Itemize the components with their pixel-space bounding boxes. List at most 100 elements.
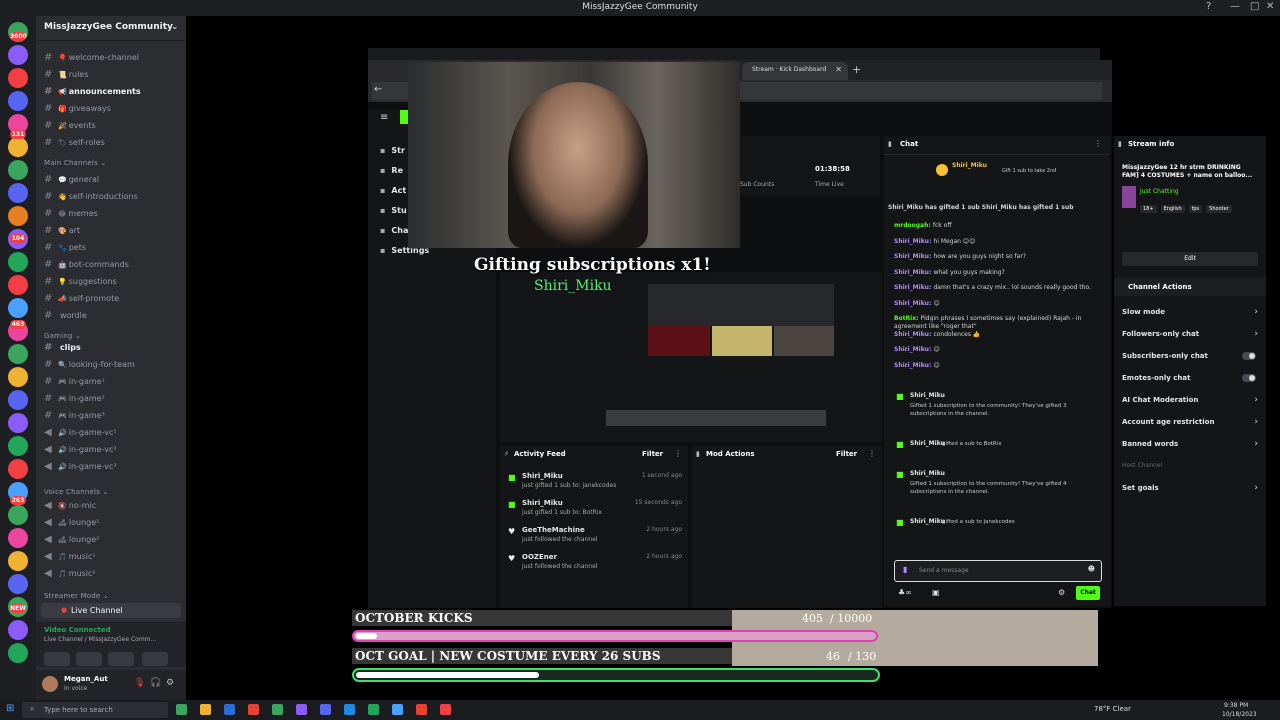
category-streamer-mode[interactable]: Streamer Mode ⌄ xyxy=(44,592,109,600)
server-icon[interactable] xyxy=(8,367,28,387)
chevron-right-icon[interactable]: › xyxy=(1254,483,1258,493)
category-voice-channels[interactable]: Voice Channels ⌄ xyxy=(44,488,109,496)
settings-gear-icon[interactable]: ⚙ xyxy=(166,678,174,688)
gift-icon[interactable]: ▣ xyxy=(932,588,940,597)
channel-gaming-2[interactable]: # 🎮 in-game¹ xyxy=(44,376,105,387)
server-icon[interactable] xyxy=(8,413,28,433)
server-icon[interactable] xyxy=(8,68,28,88)
channel-voice-4[interactable]: ◀ 🎵 music² xyxy=(44,568,96,579)
taskbar-app-icon[interactable] xyxy=(272,704,283,715)
tag[interactable]: 18+ xyxy=(1140,205,1157,213)
channel-main-6[interactable]: # 💡 suggestions xyxy=(44,276,117,287)
action-0[interactable]: Slow mode xyxy=(1122,308,1165,316)
taskbar-app-icon[interactable] xyxy=(200,704,211,715)
server-icon[interactable] xyxy=(8,574,28,594)
chat-input[interactable]: Send a message ▮ ☻ xyxy=(894,560,1102,582)
channel-main-4[interactable]: # 🐾 pets xyxy=(44,242,86,253)
channel-main-1[interactable]: # 👋 self-introductions xyxy=(44,191,138,202)
chat-username[interactable]: Shiri_Miku: xyxy=(894,253,933,260)
minimize-icon[interactable]: — xyxy=(1230,1,1240,12)
channel-main-7[interactable]: # 📣 self-promote xyxy=(44,293,119,304)
tag[interactable]: fps xyxy=(1188,205,1203,213)
activity-user[interactable]: Shiri_Miku xyxy=(522,499,563,507)
sub-user[interactable]: Shiri_Miku xyxy=(910,518,945,525)
server-icon[interactable] xyxy=(8,436,28,456)
channel-top-3[interactable]: # 🎁 giveaways xyxy=(44,103,111,114)
channel-gaming-1[interactable]: # 🔍 looking-for-team xyxy=(44,359,135,370)
channel-top-5[interactable]: # 🏷 self-roles xyxy=(44,137,105,148)
server-header[interactable]: MissJazzyGee Community ⌄ xyxy=(36,16,186,41)
nav-item-2[interactable]: ▪ Act xyxy=(380,186,406,195)
server-icon[interactable] xyxy=(8,91,28,111)
action-4[interactable]: AI Chat Moderation xyxy=(1122,396,1198,404)
help-icon[interactable]: ? xyxy=(1206,1,1211,12)
server-icon[interactable] xyxy=(8,505,28,525)
category-gaming[interactable]: Gaming ⌄ xyxy=(44,332,81,340)
chat-username[interactable]: Shiri_Miku: xyxy=(894,362,933,369)
soundboard-button[interactable] xyxy=(142,652,168,666)
taskbar-app-icon[interactable] xyxy=(296,704,307,715)
screen-share-button[interactable] xyxy=(76,652,102,666)
back-arrow-icon[interactable]: ← xyxy=(374,84,382,95)
server-icon[interactable] xyxy=(8,252,28,272)
menu-icon[interactable]: ≡ xyxy=(380,112,388,123)
channel-top-2[interactable]: # 📢 announcements xyxy=(44,86,141,97)
chat-username[interactable]: BotRix: xyxy=(894,315,921,322)
nav-item-3[interactable]: ▪ Stu xyxy=(380,206,407,215)
activity-user[interactable]: OOZEner xyxy=(522,553,557,561)
mod-more-icon[interactable]: ⋮ xyxy=(868,449,876,458)
server-icon[interactable] xyxy=(8,160,28,180)
taskbar-app-icon[interactable] xyxy=(416,704,427,715)
toggle-switch[interactable] xyxy=(1242,374,1256,382)
chat-username[interactable]: mrdoogah: xyxy=(894,222,933,229)
more-icon[interactable]: ⋮ xyxy=(1094,139,1102,148)
action-2[interactable]: Subscribers-only chat xyxy=(1122,352,1208,360)
action-1[interactable]: Followers-only chat xyxy=(1122,330,1199,338)
chat-username[interactable]: Shiri_Miku: xyxy=(894,300,933,307)
avatar[interactable] xyxy=(42,676,58,692)
chat-username[interactable]: Shiri_Miku: xyxy=(894,284,933,291)
taskbar-app-icon[interactable] xyxy=(392,704,403,715)
channel-gaming-0[interactable]: # clips xyxy=(44,342,81,353)
points-icon[interactable]: ♣∞ xyxy=(898,588,912,597)
activity-user[interactable]: Shiri_Miku xyxy=(522,472,563,480)
taskbar-app-icon[interactable] xyxy=(344,704,355,715)
channel-gaming-4[interactable]: # 🎮 in-game³ xyxy=(44,410,105,421)
nav-item-1[interactable]: ▪ Re xyxy=(380,166,403,175)
channel-voice-2[interactable]: ◀ 🛋 lounge² xyxy=(44,534,99,545)
nav-item-4[interactable]: ▪ Cha xyxy=(380,226,408,235)
browser-tab-kick-dashboard[interactable]: Stream · Kick Dashboard ✕ xyxy=(742,62,848,80)
server-icon[interactable] xyxy=(8,298,28,318)
channel-main-0[interactable]: # 💬 general xyxy=(44,174,99,185)
taskbar-app-icon[interactable] xyxy=(176,704,187,715)
server-icon[interactable] xyxy=(8,528,28,548)
server-icon[interactable] xyxy=(8,620,28,640)
channel-gaming-3[interactable]: # 🎮 in-game² xyxy=(44,393,105,404)
headphones-icon[interactable]: 🎧 xyxy=(150,678,161,688)
chevron-right-icon[interactable]: › xyxy=(1254,329,1258,339)
taskbar-app-icon[interactable] xyxy=(320,704,331,715)
server-icon[interactable] xyxy=(8,643,28,663)
live-channel[interactable]: ● Live Channel xyxy=(41,603,181,618)
channel-main-8[interactable]: # wordle xyxy=(44,310,87,321)
windows-start-icon[interactable]: ⊞ xyxy=(6,703,14,714)
channel-main-5[interactable]: # 🤖 bot-commands xyxy=(44,259,129,270)
activity-user[interactable]: GeeTheMachine xyxy=(522,526,585,534)
action-6[interactable]: Banned words xyxy=(1122,440,1178,448)
channel-voice-0[interactable]: ◀ 🔇 no-mic xyxy=(44,500,96,511)
edit-button[interactable]: Edit xyxy=(1122,252,1258,266)
chat-username[interactable]: Shiri_Miku: xyxy=(894,238,933,245)
chevron-right-icon[interactable]: › xyxy=(1254,395,1258,405)
new-tab-icon[interactable]: + xyxy=(852,63,861,76)
channel-gaming-5[interactable]: ◀ 🔊 in-game-vc¹ xyxy=(44,427,117,438)
maximize-icon[interactable]: □ xyxy=(1250,1,1259,12)
action-3[interactable]: Emotes-only chat xyxy=(1122,374,1190,382)
channel-top-0[interactable]: # 🎈 welcome-channel xyxy=(44,52,139,63)
server-icon[interactable] xyxy=(8,344,28,364)
action-8[interactable]: Set goals xyxy=(1122,484,1159,492)
close-icon[interactable]: ✕ xyxy=(1266,1,1274,12)
server-icon[interactable] xyxy=(8,45,28,65)
channel-main-3[interactable]: # 🎨 art xyxy=(44,225,80,236)
tab-close-icon[interactable]: ✕ xyxy=(835,65,842,74)
nav-item-0[interactable]: ▪ Str xyxy=(380,146,405,155)
